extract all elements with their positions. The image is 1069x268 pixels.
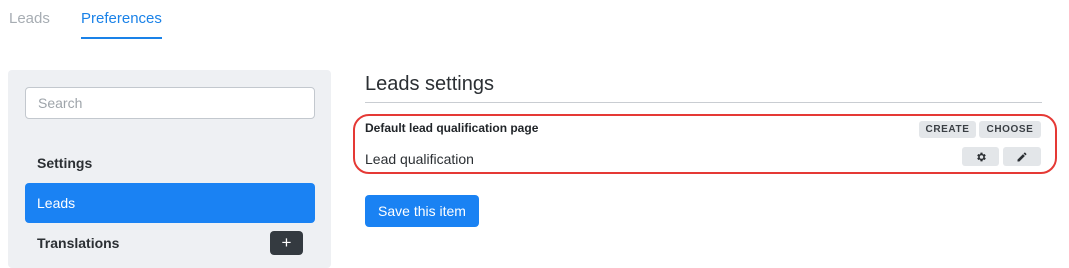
title-divider xyxy=(365,102,1042,103)
sidebar-item-leads[interactable]: Leads xyxy=(25,183,315,223)
search-input[interactable] xyxy=(25,87,315,119)
page-title: Leads settings xyxy=(365,73,494,95)
settings-button[interactable] xyxy=(962,147,999,166)
field-value: Lead qualification xyxy=(365,151,474,167)
edit-button[interactable] xyxy=(1003,147,1041,166)
choose-button[interactable]: CHOOSE xyxy=(979,121,1041,138)
tab-leads[interactable]: Leads xyxy=(9,10,50,39)
gear-icon xyxy=(976,152,986,161)
tab-preferences[interactable]: Preferences xyxy=(81,10,162,39)
sidebar-item-translations[interactable]: Translations xyxy=(37,235,119,251)
field-label: Default lead qualification page xyxy=(365,121,539,135)
top-tabs: Leads Preferences xyxy=(0,0,1069,40)
sidebar: Settings Leads Translations + xyxy=(8,70,331,268)
save-button[interactable]: Save this item xyxy=(365,195,479,227)
pencil-icon xyxy=(1017,151,1027,161)
sidebar-heading-settings: Settings xyxy=(37,155,93,171)
create-button[interactable]: CREATE xyxy=(919,121,976,138)
add-translation-button[interactable]: + xyxy=(270,231,303,255)
